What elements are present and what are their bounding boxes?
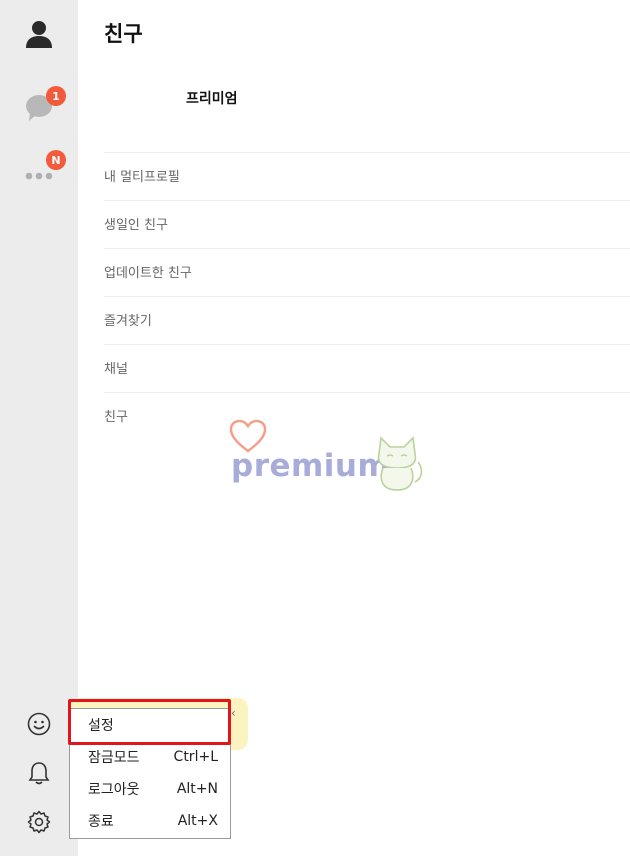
watermark-text: premium — [231, 448, 391, 484]
section-multiprofile[interactable]: 내 멀티프로필 — [104, 152, 630, 200]
section-list: 내 멀티프로필 생일인 친구 업데이트한 친구 즐겨찾기 채널 친구 — [104, 152, 630, 440]
page-title: 친구 — [104, 22, 143, 46]
more-new-badge: N — [46, 150, 66, 170]
profile-icon — [26, 21, 52, 48]
section-favorites[interactable]: 즐겨찾기 — [104, 296, 630, 344]
notifications-button[interactable] — [0, 745, 78, 801]
exit-shortcut: Alt+X — [177, 813, 218, 829]
cat-icon — [377, 436, 423, 491]
emoticon-button[interactable] — [0, 696, 78, 752]
gear-icon — [27, 810, 51, 834]
menu-item-exit-label: 종료 — [88, 814, 114, 830]
premium-label[interactable]: 프리미엄 — [186, 88, 238, 108]
menu-item-exit[interactable]: 종료 Alt+X — [70, 805, 230, 837]
chevron-left-icon[interactable]: ‹ — [231, 706, 236, 720]
menu-item-logout[interactable]: 로그아웃 Alt+N — [70, 773, 230, 805]
chats-unread-badge: 1 — [46, 86, 66, 106]
lock-mode-shortcut: Ctrl+L — [173, 749, 218, 765]
more-icon — [25, 172, 53, 180]
settings-highlight-box — [68, 699, 231, 745]
menu-item-logout-label: 로그아웃 — [88, 782, 140, 798]
sidebar: 1 N — [0, 0, 78, 856]
emoticon-icon — [27, 712, 51, 736]
bell-icon — [28, 762, 50, 785]
settings-button[interactable] — [0, 794, 78, 850]
menu-item-lock-mode[interactable]: 잠금모드 Ctrl+L — [70, 741, 230, 773]
chats-tab[interactable]: 1 — [0, 80, 78, 136]
menu-item-lock-mode-label: 잠금모드 — [88, 750, 140, 766]
logout-shortcut: Alt+N — [176, 781, 218, 797]
friends-tab[interactable] — [0, 6, 78, 62]
section-updated-friends[interactable]: 업데이트한 친구 — [104, 248, 630, 296]
more-tab[interactable]: N — [0, 148, 78, 204]
section-birthday-friends[interactable]: 생일인 친구 — [104, 200, 630, 248]
premium-watermark: premium — [228, 418, 428, 498]
section-channels[interactable]: 채널 — [104, 344, 630, 392]
